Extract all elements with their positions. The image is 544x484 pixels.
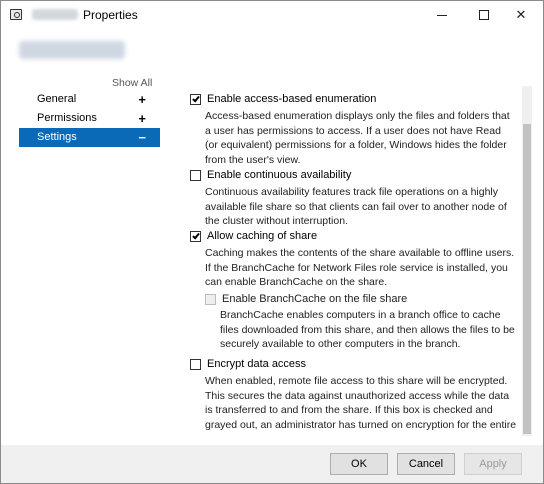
close-icon: ✕	[515, 7, 527, 22]
ca-description: Continuous availability features track f…	[205, 186, 507, 227]
scrollbar-thumb[interactable]	[523, 124, 531, 434]
branchcache-checkbox[interactable]	[205, 294, 216, 305]
checkmark-icon	[192, 231, 200, 240]
share-properties-icon	[10, 9, 22, 20]
vertical-scrollbar[interactable]	[522, 86, 532, 436]
encrypt-checkbox[interactable]	[190, 359, 201, 370]
maximize-icon	[479, 10, 489, 20]
sidebar: General + Permissions + Settings −	[19, 90, 160, 147]
close-button[interactable]: ✕	[503, 1, 539, 29]
show-all-link[interactable]: Show All	[112, 77, 152, 89]
branchcache-description: BranchCache enables computers in a branc…	[220, 309, 515, 350]
window-title: Properties	[83, 8, 138, 22]
collapse-icon: −	[138, 130, 146, 145]
apply-button[interactable]: Apply	[464, 453, 522, 475]
blurred-share-header	[19, 41, 125, 59]
sidebar-item-label: General	[37, 93, 77, 105]
settings-panel: Enable access-based enumeration Access-b…	[174, 86, 521, 436]
abe-checkbox[interactable]	[190, 94, 201, 105]
dialog-footer: OK Cancel Apply	[1, 445, 543, 483]
sidebar-item-general[interactable]: General +	[19, 90, 160, 109]
sidebar-item-permissions[interactable]: Permissions +	[19, 109, 160, 128]
encrypt-description: When enabled, remote file access to this…	[205, 375, 517, 436]
properties-dialog: Properties ✕ Show All General + Permissi…	[0, 0, 544, 484]
blurred-share-name	[32, 9, 78, 20]
expand-icon: +	[138, 111, 146, 126]
encrypt-label[interactable]: Encrypt data access	[207, 358, 306, 370]
abe-label[interactable]: Enable access-based enumeration	[207, 93, 376, 105]
caching-label[interactable]: Allow caching of share	[207, 230, 317, 242]
caching-checkbox[interactable]	[190, 231, 201, 242]
cancel-button[interactable]: Cancel	[397, 453, 455, 475]
caching-description: Caching makes the contents of the share …	[205, 247, 515, 288]
ok-button[interactable]: OK	[330, 453, 388, 475]
maximize-button[interactable]	[466, 1, 502, 29]
sidebar-item-label: Permissions	[37, 112, 97, 124]
ca-label[interactable]: Enable continuous availability	[207, 169, 351, 181]
sidebar-item-settings[interactable]: Settings −	[19, 128, 160, 147]
branchcache-label[interactable]: Enable BranchCache on the file share	[222, 293, 407, 305]
minimize-button[interactable]	[424, 1, 460, 29]
minimize-icon	[437, 14, 447, 16]
checkmark-icon	[192, 94, 200, 103]
ca-checkbox[interactable]	[190, 170, 201, 181]
title-bar[interactable]: Properties ✕	[1, 1, 543, 29]
abe-description: Access-based enumeration displays only t…	[205, 110, 510, 166]
sidebar-item-label: Settings	[37, 131, 77, 143]
expand-icon: +	[138, 92, 146, 107]
